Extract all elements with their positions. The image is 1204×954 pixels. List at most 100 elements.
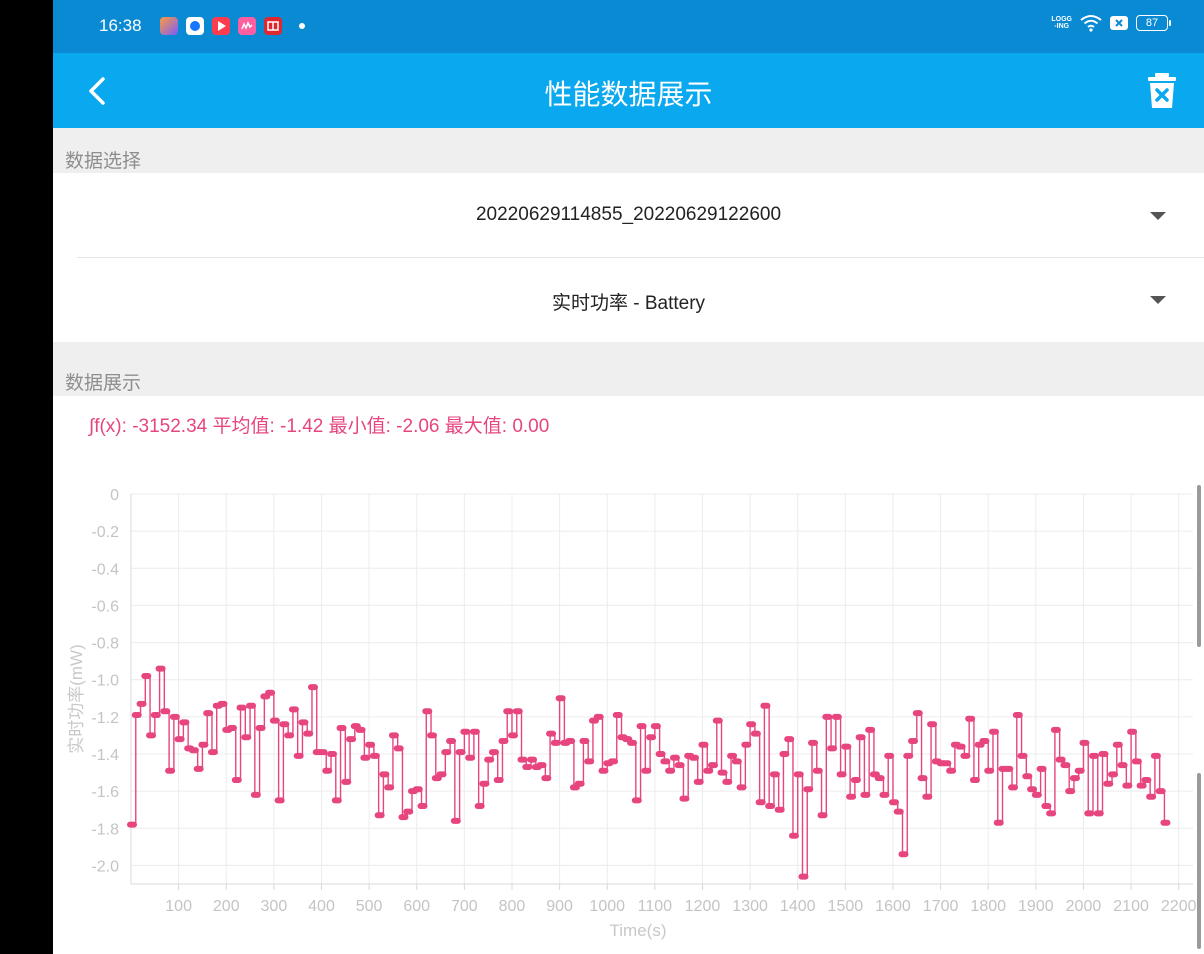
data-point <box>436 771 447 778</box>
data-point <box>265 689 276 696</box>
x-tick-label: 1800 <box>970 898 1006 915</box>
data-point <box>479 780 490 787</box>
data-point <box>979 738 990 744</box>
data-point <box>1008 784 1019 791</box>
data-point <box>1036 765 1047 772</box>
data-point <box>584 758 595 765</box>
data-point <box>831 713 842 720</box>
data-select-header: 数据选择 <box>53 128 1204 173</box>
data-point <box>169 713 180 720</box>
x-tick-label: 1100 <box>638 898 673 915</box>
chart-scrollbar-thumb[interactable] <box>1197 485 1201 647</box>
data-point <box>755 799 766 806</box>
data-point <box>527 756 538 763</box>
data-point <box>969 777 980 783</box>
data-point <box>1108 771 1119 778</box>
data-point <box>1012 712 1023 718</box>
status-indicators: LOGG -ING 87 <box>1051 14 1171 32</box>
metric-select-value: 实时功率 - Battery <box>551 293 706 314</box>
more-notifications-dot <box>299 23 305 29</box>
data-point <box>793 771 804 778</box>
data-point <box>1074 767 1085 774</box>
data-point <box>1160 819 1171 826</box>
y-tick-label: -1.6 <box>91 784 119 801</box>
data-point <box>860 791 871 798</box>
x-tick-label: 1900 <box>1018 898 1054 915</box>
data-point <box>1146 793 1157 800</box>
app-notification-icon <box>186 17 204 35</box>
data-point <box>422 708 433 715</box>
power-line-chart[interactable]: 100 200 300 400 500 600 700 800 900 1000 1100 1200 1… <box>53 470 1204 954</box>
data-point <box>446 738 457 744</box>
data-point <box>1103 780 1114 787</box>
data-point <box>227 725 238 731</box>
data-point <box>903 752 914 759</box>
data-point <box>631 797 642 804</box>
data-point <box>379 771 390 778</box>
data-point <box>898 851 909 858</box>
data-point <box>341 778 352 785</box>
data-point <box>722 778 733 785</box>
dropdown-arrow-icon <box>1150 296 1166 304</box>
data-point <box>284 732 295 739</box>
data-point <box>836 771 847 778</box>
data-point <box>1131 758 1142 765</box>
data-point <box>646 734 657 741</box>
data-point <box>808 739 819 746</box>
file-select-value: 20220629114855_20220629122600 <box>475 204 782 225</box>
x-tick-label: 900 <box>546 898 573 915</box>
data-point <box>912 710 923 717</box>
y-tick-label: -0.4 <box>91 561 119 578</box>
data-point <box>612 712 623 718</box>
data-display-label: 数据展示 <box>65 372 142 394</box>
data-point <box>688 754 699 761</box>
data-point <box>636 723 647 730</box>
metric-select-dropdown[interactable]: 实时功率 - Battery <box>53 258 1204 342</box>
data-point <box>365 741 376 748</box>
data-point <box>765 803 776 809</box>
x-tick-label: 2000 <box>1066 898 1102 915</box>
y-tick-label: -1.2 <box>91 710 119 727</box>
network-status: LOGG -ING <box>1051 16 1072 30</box>
data-point <box>1022 773 1033 780</box>
data-point <box>541 775 552 782</box>
x-axis-title: Time(s) <box>610 921 667 940</box>
data-point <box>155 665 166 672</box>
data-point <box>698 741 709 748</box>
data-point <box>1088 752 1099 759</box>
status-bar: 16:38 LOGG -ING 87 <box>53 0 1204 53</box>
data-point <box>536 762 547 769</box>
data-point <box>736 784 747 791</box>
data-point <box>1112 741 1123 748</box>
data-point <box>927 721 938 728</box>
data-point <box>160 708 171 715</box>
delete-button[interactable] <box>1142 71 1182 111</box>
data-point <box>679 795 690 802</box>
data-point <box>507 732 518 739</box>
data-point <box>303 730 314 737</box>
data-point <box>727 752 738 759</box>
data-point <box>246 702 257 709</box>
data-point <box>327 751 338 757</box>
x-tick-label: 200 <box>213 898 240 915</box>
data-point <box>593 713 604 720</box>
file-select-dropdown[interactable]: 20220629114855_20220629122600 <box>53 174 1204 258</box>
data-point <box>1055 756 1066 763</box>
data-point <box>288 706 299 713</box>
y-tick-label: 0 <box>110 487 119 504</box>
data-point <box>1093 810 1104 817</box>
stats-summary: ∫f(x): -3152.34 平均值: -1.42 最小值: -2.06 最大… <box>89 416 550 437</box>
chart-scrollbar-thumb[interactable] <box>1197 773 1201 949</box>
data-point <box>693 778 704 785</box>
data-point <box>346 736 357 743</box>
data-point <box>255 725 266 731</box>
x-tick-label: 800 <box>499 898 526 915</box>
data-point <box>893 808 904 815</box>
notification-x-icon <box>1110 16 1128 30</box>
data-point <box>236 704 247 711</box>
data-point <box>241 734 252 741</box>
data-point <box>417 803 428 809</box>
data-point <box>641 767 652 774</box>
data-point <box>922 793 933 800</box>
dropdown-arrow-icon <box>1150 212 1166 220</box>
